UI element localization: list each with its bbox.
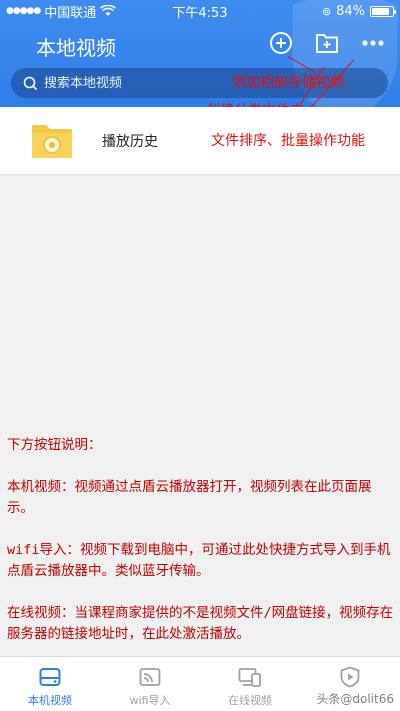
tab-wifi-import[interactable]: wifi导入 (100, 657, 200, 711)
folder-icon (32, 124, 72, 158)
status-bar: ●●●●● 中国联通 下午4:53 ⊚ 84% (0, 0, 400, 22)
storage-icon (38, 665, 62, 689)
tab-label: 在线视频 (228, 694, 272, 707)
source-watermark: 头条@dolit66 (316, 692, 394, 706)
notes-heading: 下方按钮说明： (7, 437, 102, 453)
more-icon[interactable] (360, 30, 386, 56)
wifi-cast-icon (138, 665, 162, 689)
tab-online-video[interactable]: 在线视频 (200, 657, 300, 711)
add-circle-icon[interactable] (268, 30, 294, 56)
folder-add-icon[interactable] (314, 30, 340, 56)
page-title: 本地视频 (36, 36, 116, 60)
annotation-more: 文件排序、批量操作功能 (211, 133, 365, 149)
tab-label: 本机视频 (28, 694, 72, 707)
devices-icon (238, 665, 262, 689)
notes-wifi: wifi导入：视频下载到电脑中，可通过此处快捷方式导入到手机点盾云播放器中。类似… (7, 542, 391, 579)
status-time: 下午4:53 (172, 5, 228, 21)
tab-label: wifi导入 (129, 694, 171, 707)
tab-local-video[interactable]: 本机视频 (0, 657, 100, 711)
notes-online: 在线视频：当课程商家提供的不是视频文件/网盘链接，视频存在服务器的链接地址时，在… (7, 605, 394, 642)
notes-local: 本机视频：视频通过点盾云播放器打开，视频列表在此页面展示。 (7, 479, 372, 516)
history-label: 播放历史 (102, 133, 158, 150)
annotation-add: 添加相册存储视频 (232, 75, 344, 91)
button-notes: 下方按钮说明： 本机视频：视频通过点盾云播放器打开，视频列表在此页面展示。 wi… (7, 435, 397, 666)
search-icon (23, 76, 38, 90)
battery-icon (370, 5, 396, 17)
shield-play-icon (338, 665, 362, 689)
